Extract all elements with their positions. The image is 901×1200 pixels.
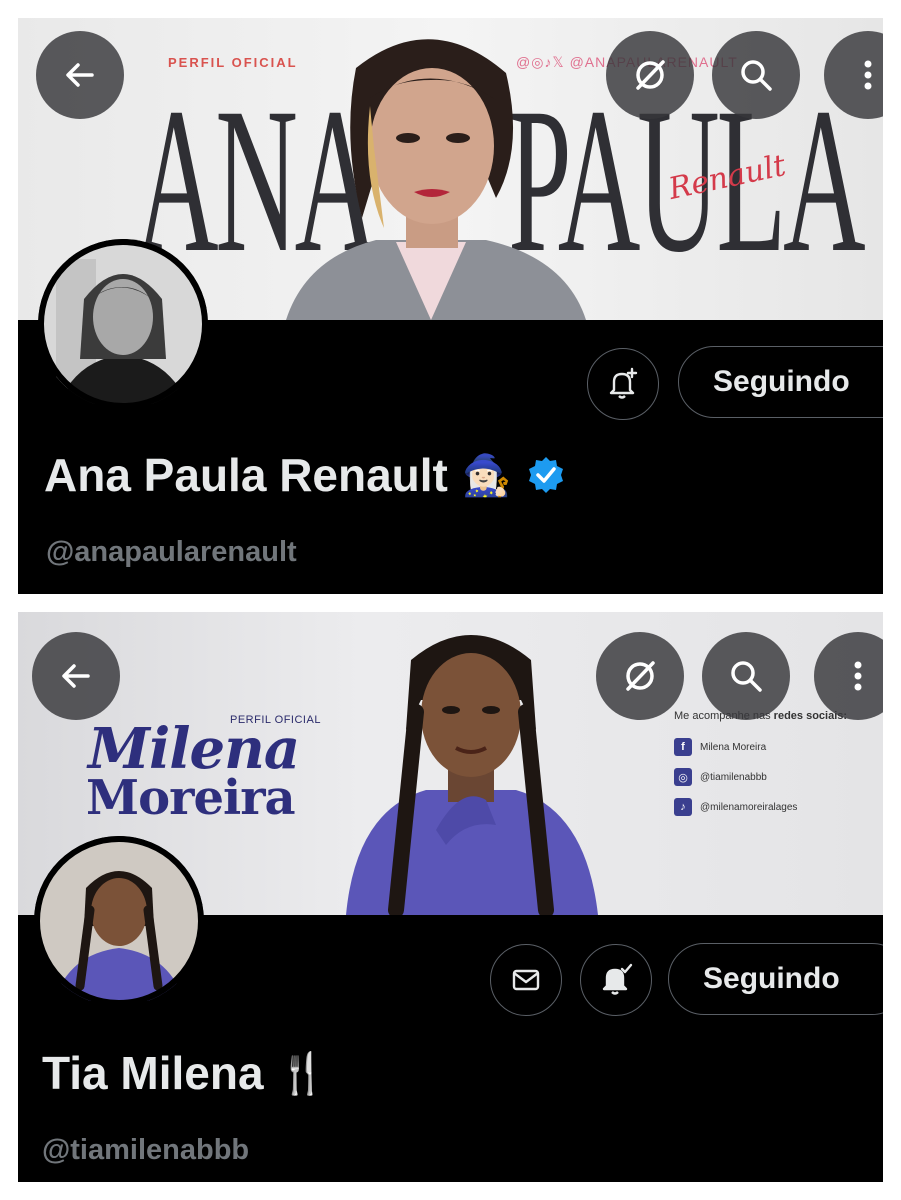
display-name-row: Tia Milena 🍴 [42, 1046, 327, 1100]
back-button[interactable] [32, 632, 120, 720]
banner-portrait [286, 39, 586, 320]
search-icon [741, 60, 772, 91]
bell-check-icon [602, 963, 633, 995]
grok-icon [626, 661, 655, 691]
envelope-icon [512, 969, 540, 991]
user-handle: @anapaularenault [46, 536, 297, 568]
banner-social-tiktok: ♪ @milenamoreiralages [674, 798, 797, 816]
search-button[interactable] [712, 31, 800, 119]
grok-icon [636, 60, 665, 90]
profile-panel-ana-paula: PERFIL OFICIAL @◎♪𝕏 @ANAPAULARENAULT ANA… [18, 18, 883, 594]
following-button[interactable]: Seguindo [678, 346, 883, 418]
banner-social-facebook: f Milena Moreira [674, 738, 766, 756]
profile-panel-tia-milena: PERFIL OFICIAL Milena Moreira Me acompan… [18, 612, 883, 1182]
mage-emoji: 🧙🏻‍♀️ [461, 453, 512, 498]
instagram-icon: ◎ [674, 768, 692, 786]
tiktok-icon: ♪ [674, 798, 692, 816]
fork-knife-emoji: 🍴 [277, 1051, 328, 1096]
user-handle: @tiamilenabbb [42, 1134, 250, 1166]
grok-button[interactable] [606, 31, 694, 119]
display-name-row: Ana Paula Renault 🧙🏻‍♀️ [44, 448, 566, 502]
display-name: Ana Paula Renault [44, 449, 448, 501]
banner-portrait [346, 635, 598, 915]
notifications-button[interactable] [587, 348, 659, 420]
following-button[interactable]: Seguindo [668, 943, 883, 1015]
facebook-icon: f [674, 738, 692, 756]
back-arrow-icon [62, 664, 90, 688]
search-button[interactable] [702, 632, 790, 720]
avatar-image [34, 836, 204, 1006]
notifications-button[interactable] [580, 944, 652, 1016]
message-button[interactable] [490, 944, 562, 1016]
banner-last-name: Moreira [86, 770, 296, 826]
grok-button[interactable] [596, 632, 684, 720]
avatar[interactable] [38, 239, 208, 409]
back-arrow-icon [66, 63, 94, 87]
avatar-image [38, 239, 208, 409]
bell-plus-icon [609, 367, 638, 399]
banner-social-instagram: ◎ @tiamilenabbb [674, 768, 767, 786]
search-icon [731, 661, 762, 692]
more-vertical-icon [854, 661, 862, 691]
verified-badge-icon[interactable] [526, 455, 566, 495]
more-vertical-icon [864, 60, 872, 90]
back-button[interactable] [36, 31, 124, 119]
avatar[interactable] [34, 836, 204, 1006]
display-name: Tia Milena [42, 1047, 264, 1099]
